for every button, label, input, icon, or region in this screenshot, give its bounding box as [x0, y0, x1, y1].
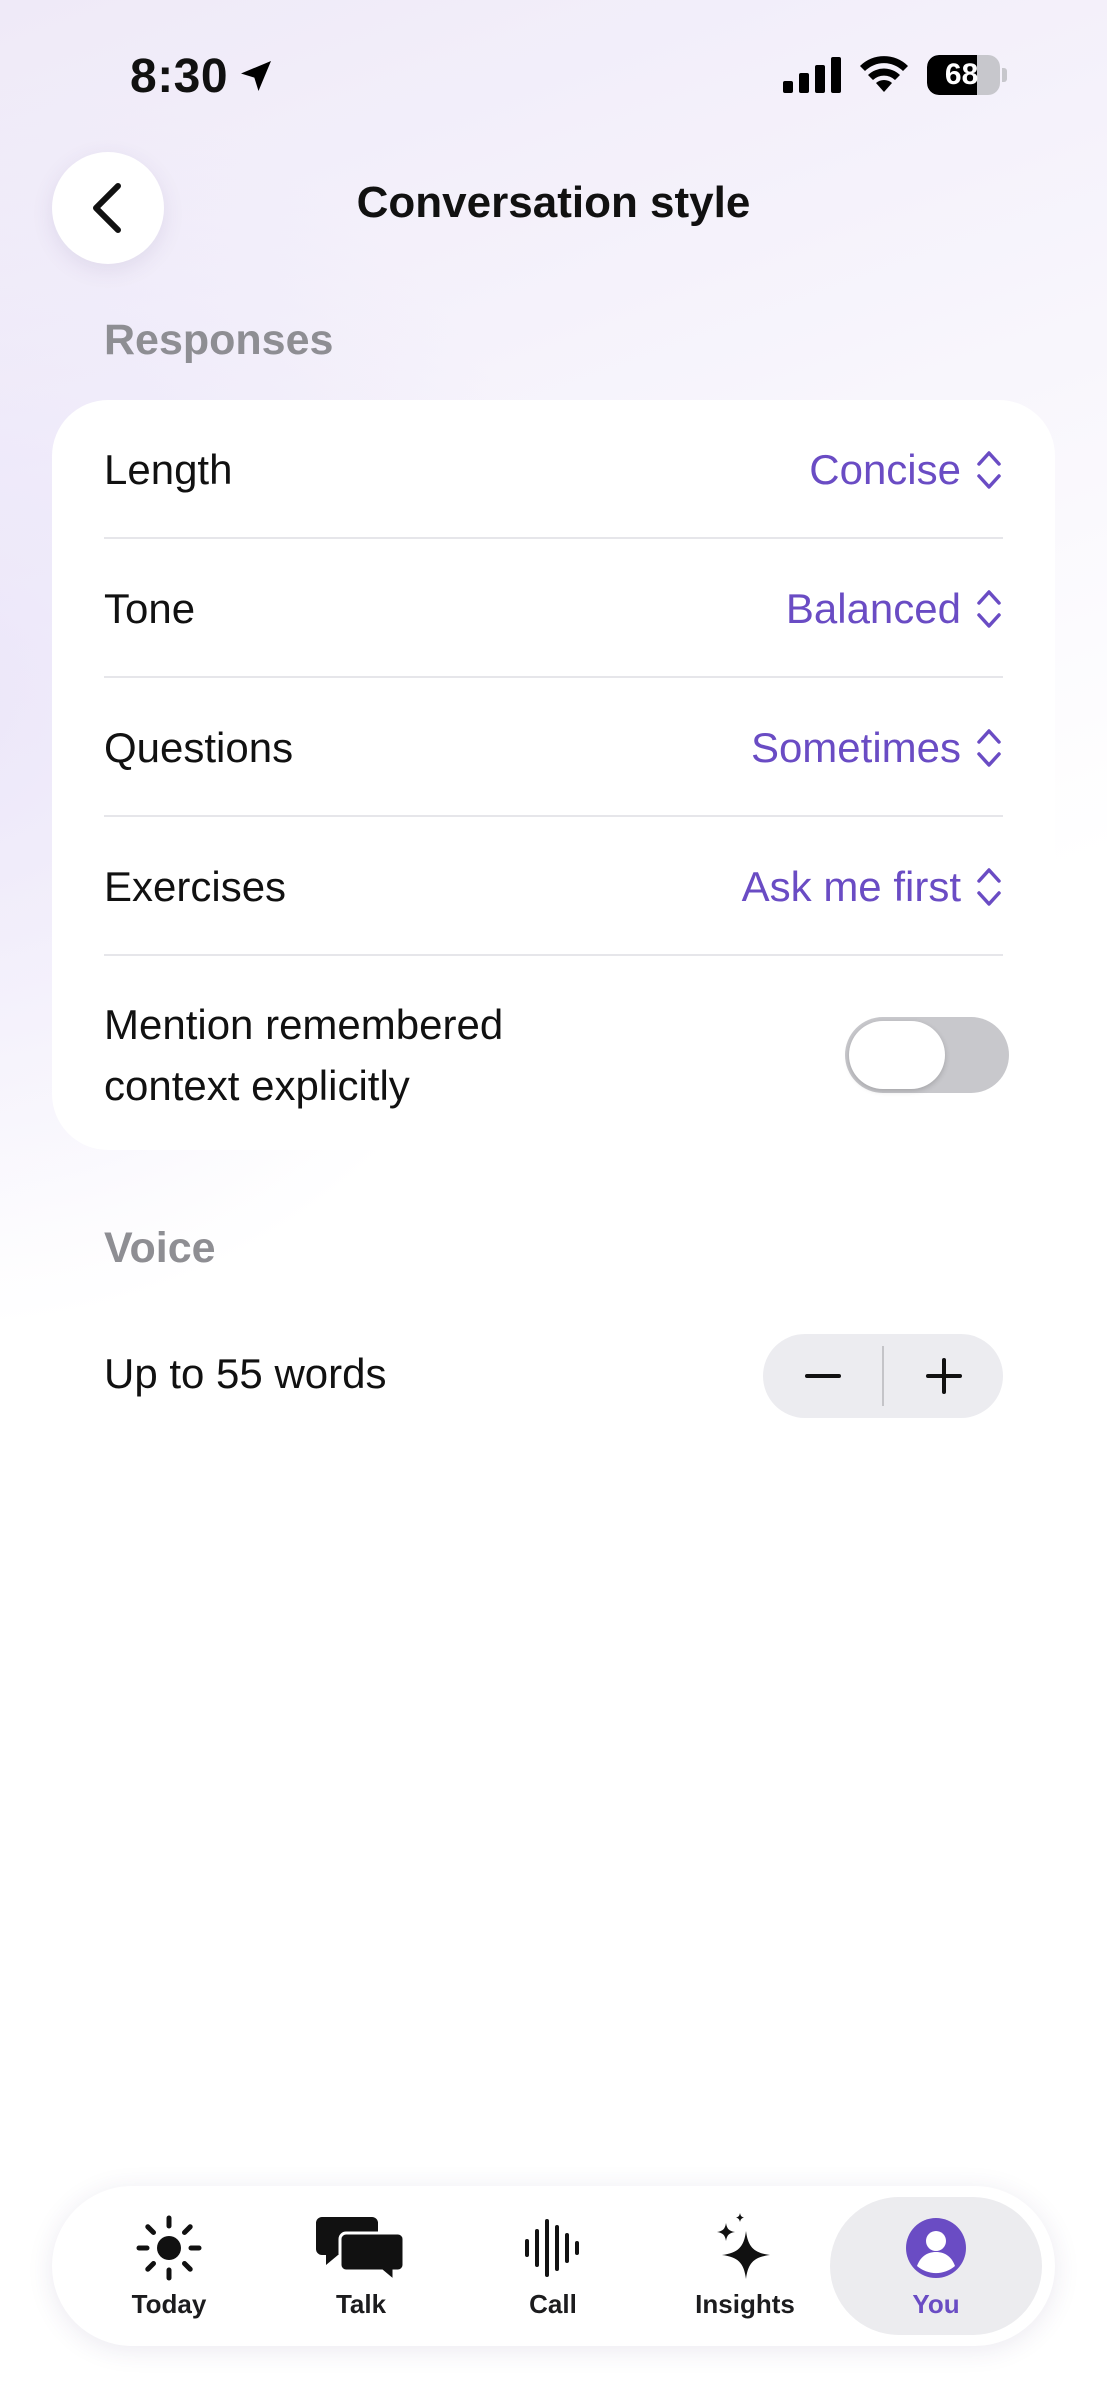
tab-today[interactable]: Today: [79, 2186, 259, 2346]
page-title: Conversation style: [356, 178, 751, 227]
setting-value: Balanced: [785, 585, 961, 632]
setting-row-mention-context: Mention remembered context explicitly: [104, 985, 1009, 1125]
waveform-icon: [525, 2218, 579, 2277]
divider: [104, 954, 1003, 956]
status-time-text: 8:30: [130, 49, 229, 103]
voice-word-limit-label: Up to 55 words: [104, 1350, 387, 1397]
location-arrow-icon: [241, 61, 272, 91]
setting-label: Tone: [104, 585, 196, 632]
divider: [104, 537, 1003, 539]
tab-label: Today: [131, 2288, 207, 2319]
chevron-up-down-icon: [977, 451, 1001, 489]
toggle-label-line1: Mention remembered: [104, 1001, 504, 1048]
chat-bubbles-icon: [316, 2216, 406, 2281]
setting-row-length[interactable]: Length Concise: [104, 430, 1003, 510]
word-limit-stepper: [763, 1334, 1003, 1418]
person-circle-icon: [906, 2217, 966, 2278]
toggle-label-line2: context explicitly: [104, 1062, 410, 1109]
tab-label: Call: [529, 2288, 577, 2319]
mention-context-toggle[interactable]: [845, 1017, 1009, 1093]
chevron-up-down-icon: [977, 868, 1001, 906]
toggle-knob: [849, 1021, 945, 1089]
increment-button[interactable]: [884, 1334, 1003, 1418]
battery-icon: 68: [927, 55, 1007, 95]
tab-bar: Today Talk Call Insights You: [52, 2186, 1055, 2346]
decrement-button[interactable]: [763, 1334, 882, 1418]
chevron-up-down-icon: [977, 729, 1001, 767]
status-time: 8:30: [130, 44, 276, 108]
setting-value: Ask me first: [741, 863, 961, 910]
setting-value-picker[interactable]: Balanced: [786, 585, 1003, 633]
battery-percentage: 68: [944, 58, 979, 91]
sun-icon: [136, 2215, 202, 2280]
chevron-up-down-icon: [977, 590, 1001, 628]
toggle-label: Mention remembered context explicitly: [104, 994, 503, 1116]
setting-value-picker[interactable]: Concise: [809, 446, 1003, 494]
setting-row-exercises[interactable]: Exercises Ask me first: [104, 847, 1003, 927]
divider: [104, 815, 1003, 817]
cellular-signal-icon: [783, 57, 841, 93]
tab-label: You: [912, 2288, 960, 2319]
responses-card: Length Concise Tone Balanced Questions S…: [52, 400, 1055, 1150]
setting-row-tone[interactable]: Tone Balanced: [104, 569, 1003, 649]
sparkles-icon: [717, 2212, 770, 2279]
setting-row-questions[interactable]: Questions Sometimes: [104, 708, 1003, 788]
tab-insights[interactable]: Insights: [655, 2186, 835, 2346]
tab-talk[interactable]: Talk: [271, 2186, 451, 2346]
section-label-responses: Responses: [104, 316, 334, 364]
wifi-icon: [860, 56, 908, 92]
minus-icon: [804, 1374, 841, 1378]
tab-you[interactable]: You: [830, 2197, 1042, 2335]
section-label-voice: Voice: [104, 1224, 216, 1272]
setting-value-picker[interactable]: Ask me first: [742, 863, 1003, 911]
status-indicators: 68: [783, 50, 1007, 100]
divider: [104, 676, 1003, 678]
tab-label: Talk: [335, 2288, 387, 2319]
setting-label: Length: [104, 446, 233, 493]
setting-value: Sometimes: [750, 724, 961, 771]
tab-call[interactable]: Call: [463, 2186, 643, 2346]
setting-value-picker[interactable]: Sometimes: [751, 724, 1003, 772]
setting-label: Exercises: [104, 863, 287, 910]
tab-label: Insights: [695, 2288, 795, 2319]
setting-label: Questions: [104, 724, 294, 771]
setting-value: Concise: [809, 446, 961, 493]
plus-icon: [925, 1358, 962, 1394]
